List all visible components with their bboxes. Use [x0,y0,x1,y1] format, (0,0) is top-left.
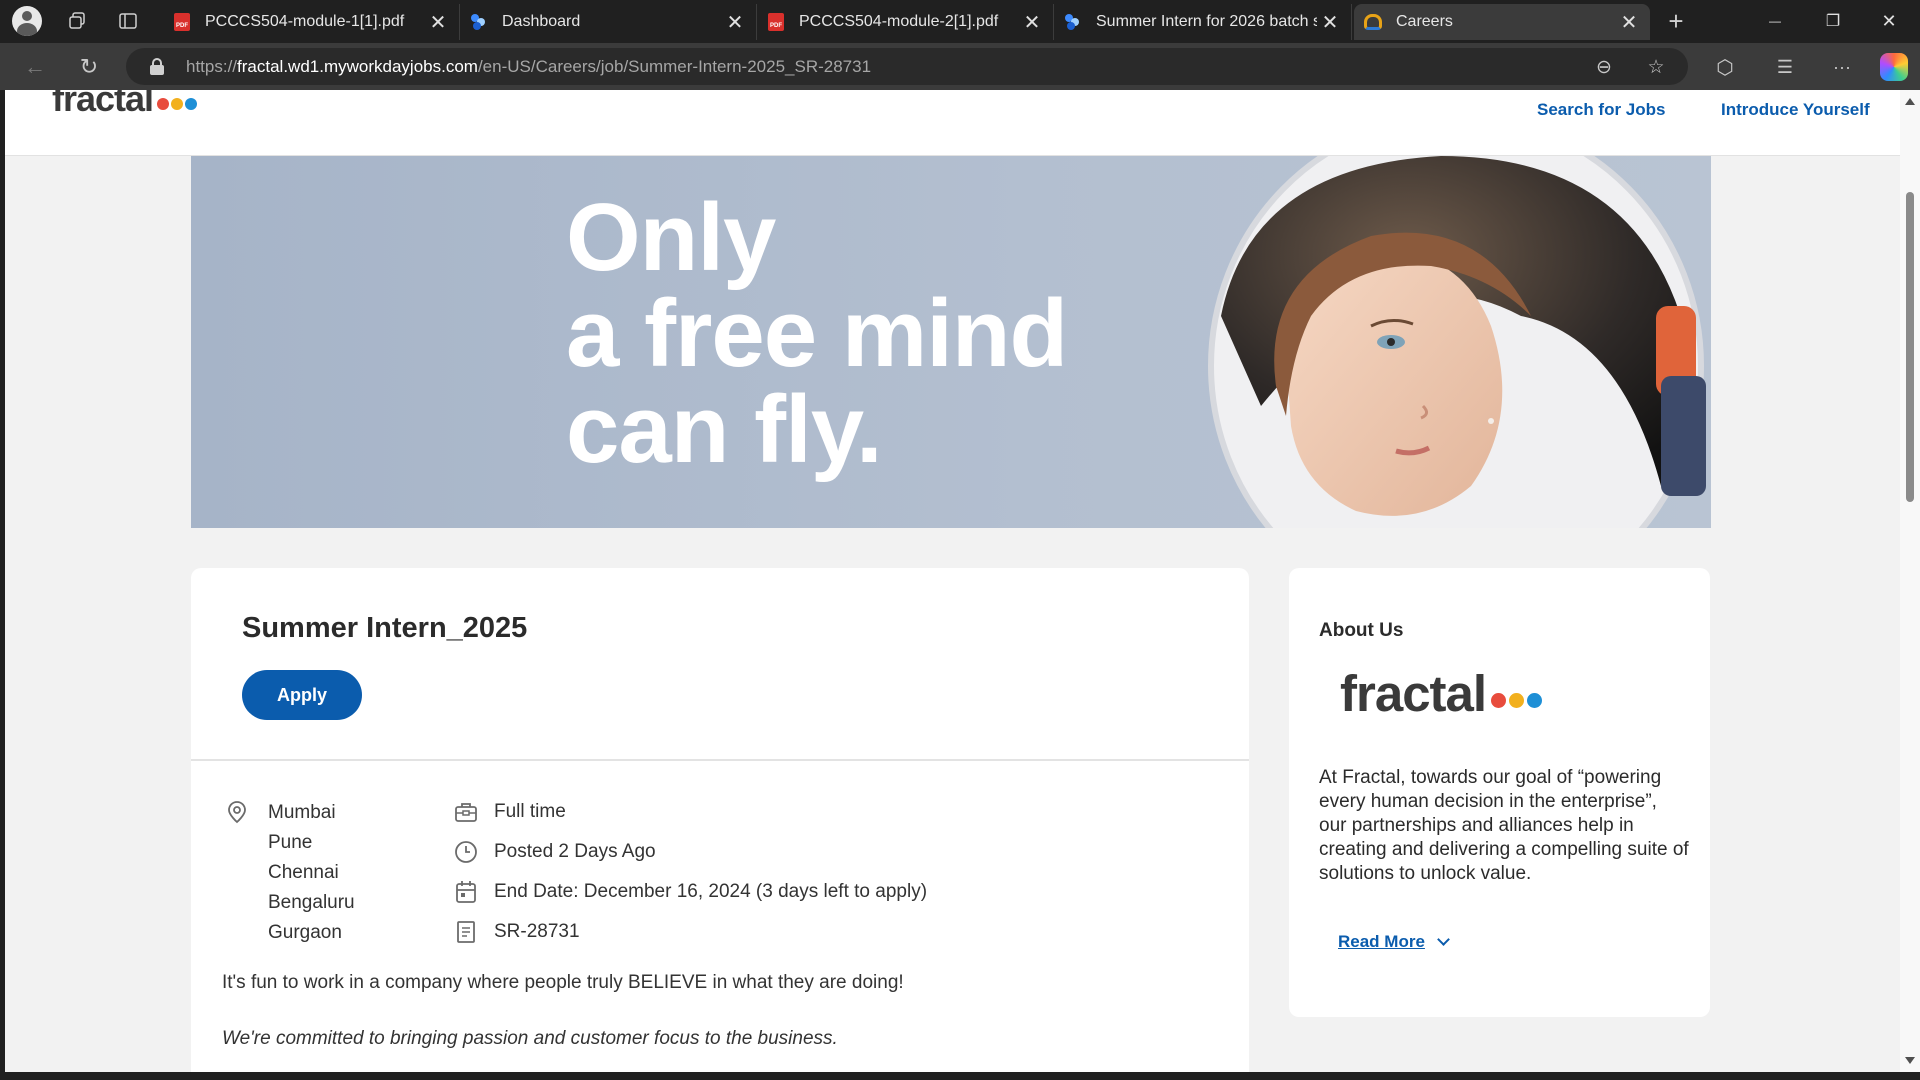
favorites-list-icon[interactable]: ☰ [1769,52,1801,82]
clock-icon [454,840,478,864]
tab-module-1-pdf[interactable]: PDF PCCCS504-module-1[1].pdf ✕ [163,4,460,40]
divider [191,759,1249,761]
dashboard-icon [470,13,488,31]
profile-icon [12,6,42,36]
page-scrollbar[interactable] [1900,90,1920,1072]
about-us-card: About Us fractal At Fractal, towards our… [1289,568,1710,1017]
tab-title: Dashboard [502,13,581,30]
minimize-button[interactable]: — [1752,6,1798,36]
location-pin-icon [228,801,246,824]
new-tab-button[interactable]: + [1661,6,1691,36]
fractal-logo[interactable]: fractal [52,90,198,120]
reader-mode-icon[interactable]: ⊖ [1591,54,1617,80]
site-header: fractal Search for Jobs Introduce Yourse… [5,90,1900,156]
introduce-yourself-link[interactable]: Introduce Yourself [1721,100,1870,120]
location-item: Pune [268,832,313,853]
close-tab-icon[interactable]: ✕ [425,9,451,35]
scroll-down-icon[interactable] [1905,1057,1915,1064]
pdf-icon: PDF [767,13,785,31]
close-tab-icon[interactable]: ✕ [1616,9,1642,35]
logo-dot [157,97,170,110]
logo-dot [1527,693,1543,708]
window-bottom-edge [0,1072,1920,1080]
job-description-line: We're committed to bringing passion and … [222,1028,838,1049]
favorite-star-icon[interactable]: ☆ [1643,54,1669,80]
workspaces-icon[interactable] [62,8,92,34]
requisition-id: SR-28731 [494,921,580,942]
lock-icon[interactable] [150,58,164,75]
search-for-jobs-link[interactable]: Search for Jobs [1537,100,1666,120]
dashboard-icon [1064,13,1082,31]
location-item: Gurgaon [268,922,342,943]
location-item: Mumbai [268,802,336,823]
tab-title: Summer Intern for 2026 batch stu [1096,13,1317,30]
close-tab-icon[interactable]: ✕ [1317,9,1343,35]
logo-dot [1509,693,1525,708]
time-type: Full time [494,801,566,822]
briefcase-icon [454,800,478,824]
more-menu-icon[interactable]: ··· [1826,52,1858,82]
close-tab-icon[interactable]: ✕ [1019,9,1045,35]
tab-title: Careers [1396,13,1453,30]
pdf-icon: PDF [173,13,191,31]
apply-button[interactable]: Apply [242,670,362,720]
back-button[interactable]: ← [19,52,51,82]
hero-slogan: Only a free mind can fly. [566,184,1068,483]
posted-date: Posted 2 Days Ago [494,841,656,862]
requisition-row: SR-28731 [454,917,580,947]
logo-dot [185,97,198,110]
window-close-button[interactable]: ✕ [1866,6,1912,36]
astronaut-child-image [1208,156,1706,528]
profile-avatar[interactable] [10,6,44,36]
address-bar[interactable]: https://fractal.wd1.myworkdayjobs.com/en… [126,48,1688,85]
scroll-up-icon[interactable] [1905,98,1915,105]
job-locations: Mumbai Pune Chennai Bengaluru Gurgaon [268,798,355,948]
url-text[interactable]: https://fractal.wd1.myworkdayjobs.com/en… [186,57,871,77]
location-item: Chennai [268,862,339,883]
chevron-down-icon [1437,932,1450,946]
calendar-icon [454,880,478,904]
posted-row: Posted 2 Days Ago [454,837,656,867]
job-description-line: It's fun to work in a company where peop… [222,972,904,993]
restore-button[interactable]: ❐ [1810,6,1856,36]
time-type-row: Full time [454,797,566,827]
copilot-icon[interactable] [1880,53,1908,81]
tab-summer-intern[interactable]: Summer Intern for 2026 batch stu ✕ [1054,4,1352,40]
tab-dashboard[interactable]: Dashboard ✕ [460,4,757,40]
tab-careers[interactable]: Careers ✕ [1354,4,1650,40]
tab-title: PCCCS504-module-2[1].pdf [799,13,999,30]
logo-dot [1491,693,1507,708]
hero-banner: Only a free mind can fly. [191,156,1711,528]
document-icon [454,920,478,944]
careers-icon [1364,13,1382,31]
text-fade-overlay [1319,878,1689,908]
vertical-tabs-icon[interactable] [113,8,143,34]
location-item: Bengaluru [268,892,355,913]
job-details-card: Summer Intern_2025 Apply Mumbai Pune Che… [191,568,1249,1072]
about-us-text: At Fractal, towards our goal of “powerin… [1319,767,1689,884]
end-date-row: End Date: December 16, 2024 (3 days left… [454,877,927,907]
fractal-logo: fractal [1340,664,1543,723]
job-title: Summer Intern_2025 [242,612,528,644]
tab-title: PCCCS504-module-1[1].pdf [205,13,405,30]
refresh-button[interactable]: ↻ [73,52,105,82]
page-viewport: fractal Search for Jobs Introduce Yourse… [5,90,1900,1072]
close-tab-icon[interactable]: ✕ [722,9,748,35]
end-date: End Date: December 16, 2024 (3 days left… [494,881,928,902]
extensions-icon[interactable]: ⬡ [1709,52,1741,82]
about-us-title: About Us [1319,620,1404,641]
browser-toolbar: ← ↻ https://fractal.wd1.myworkdayjobs.co… [0,43,1920,90]
logo-dot [171,97,184,110]
read-more-link[interactable]: Read More [1338,932,1450,952]
scrollbar-thumb[interactable] [1906,192,1914,502]
browser-tab-bar: PDF PCCCS504-module-1[1].pdf ✕ Dashboard… [0,0,1920,43]
tab-module-2-pdf[interactable]: PDF PCCCS504-module-2[1].pdf ✕ [757,4,1054,40]
